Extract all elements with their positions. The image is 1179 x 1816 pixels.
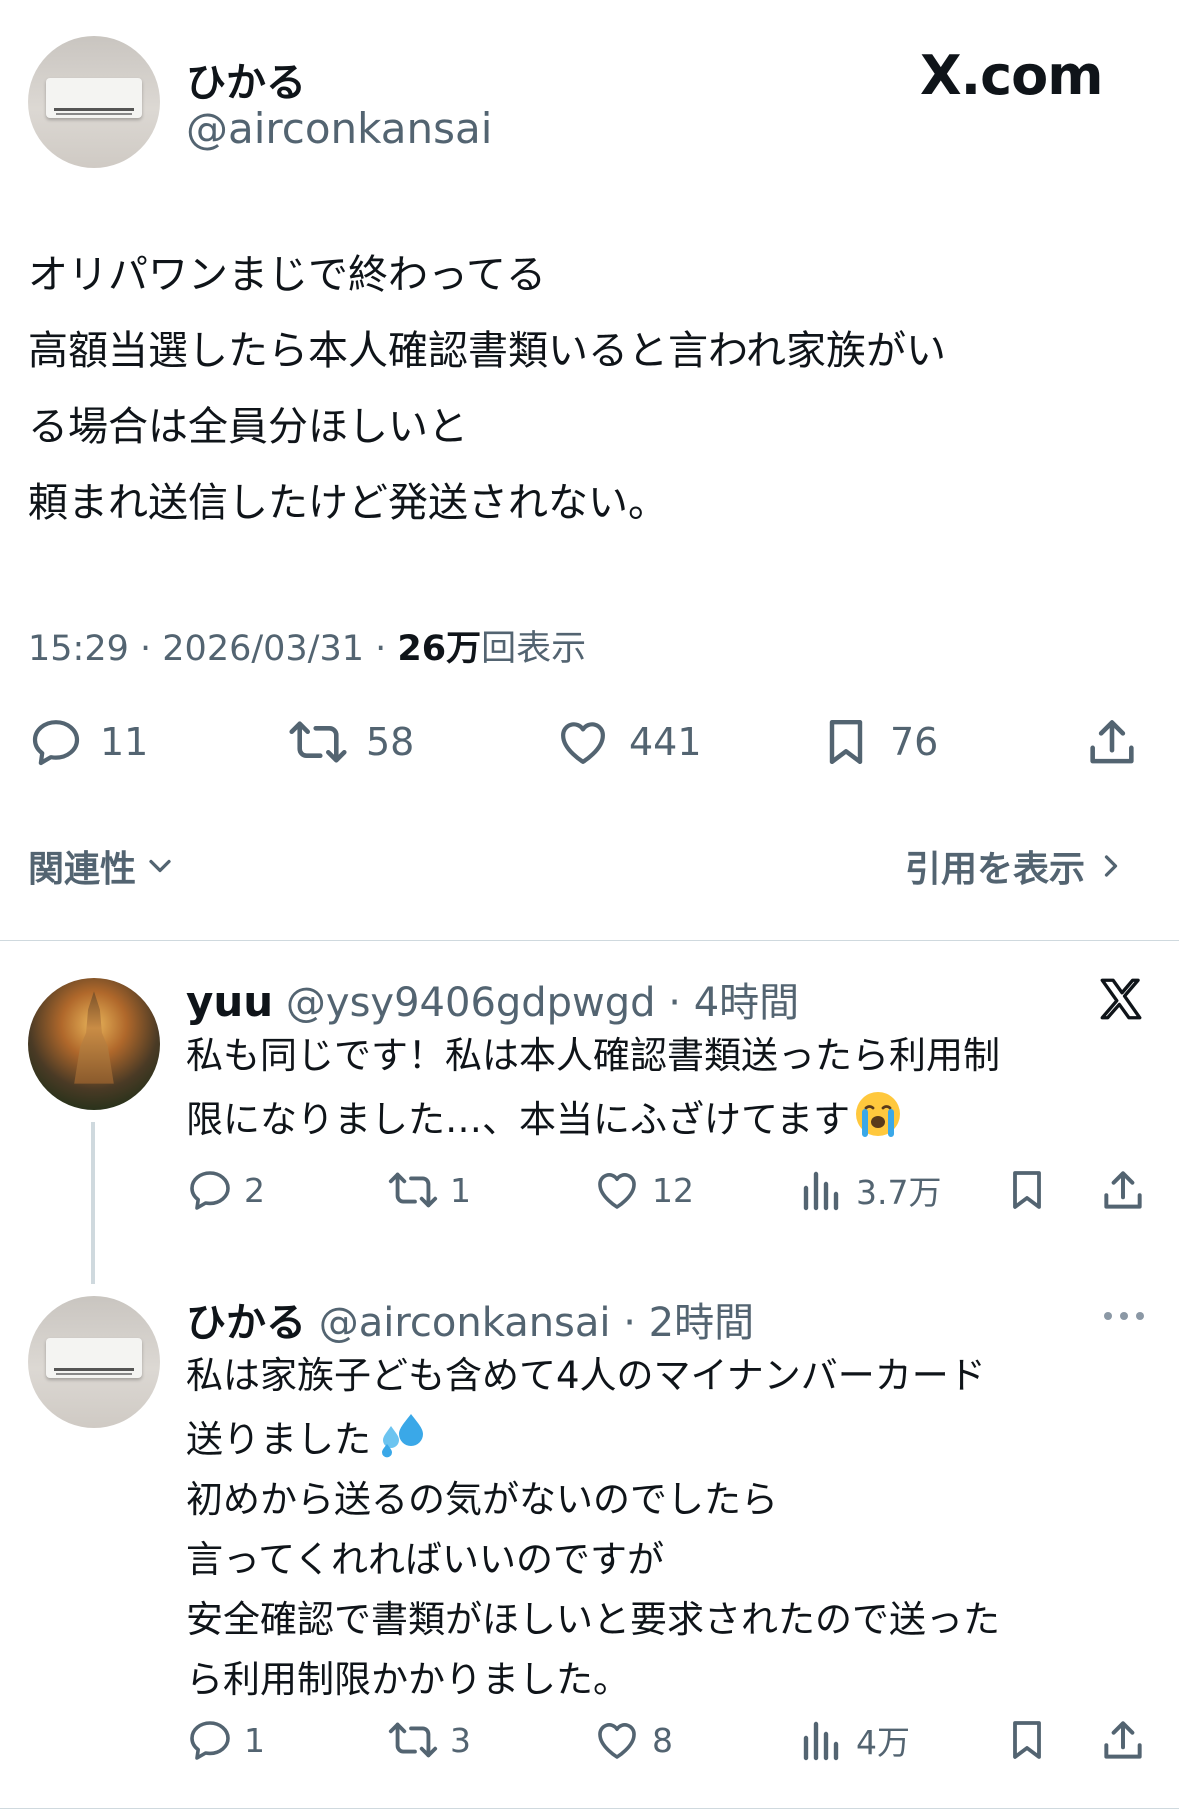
bookmark-icon <box>1013 1171 1041 1209</box>
view-count: 3.7万 <box>856 1173 942 1212</box>
sort-selector[interactable]: 関連性 <box>28 840 178 892</box>
reply-action[interactable]: 1 <box>186 1716 265 1764</box>
like-count: 8 <box>652 1720 673 1760</box>
temple-image <box>74 991 114 1084</box>
reply-text-line: 限になりました…、本当にふざけてます <box>186 1090 1146 1150</box>
repost-count: 58 <box>366 720 415 764</box>
x-logo-icon[interactable] <box>1096 974 1146 1024</box>
bottom-divider <box>0 1808 1179 1809</box>
reply-count: 2 <box>244 1170 265 1210</box>
bookmark-action[interactable] <box>1003 1716 1051 1764</box>
air-conditioner-image <box>46 78 142 118</box>
repost-count: 3 <box>450 1720 471 1760</box>
section-divider <box>0 940 1179 941</box>
tweet-text-line: 頼まれ送信したけど発送されない。 <box>28 480 668 526</box>
reply-icon <box>190 1721 230 1760</box>
thread-line <box>91 1122 95 1284</box>
like-action[interactable]: 12 <box>592 1166 694 1214</box>
author-avatar[interactable] <box>28 36 160 168</box>
heart-icon <box>561 722 605 764</box>
reply-count: 1 <box>244 1720 265 1760</box>
view-quotes-label: 引用を表示 <box>905 849 1086 890</box>
reply-text-line: 私は家族子ども含めて4人のマイナンバーカード <box>186 1354 986 1397</box>
air-conditioner-image <box>46 1338 142 1378</box>
tweet-date[interactable]: 2026/03/31 <box>162 629 364 669</box>
share-action[interactable] <box>1098 1166 1148 1216</box>
reply-header: yuu @ysy9406gdpwgd · 4時間 <box>186 970 799 1028</box>
share-icon <box>1104 1171 1142 1209</box>
views-chart-icon <box>803 1721 839 1761</box>
sweat-droplets-icon <box>382 1414 423 1458</box>
like-action[interactable]: 441 <box>553 714 702 770</box>
repost-icon <box>388 1722 438 1758</box>
bookmark-icon <box>829 719 863 765</box>
meta-separator: · <box>655 980 694 1026</box>
like-count: 441 <box>629 720 702 764</box>
chevron-right-icon <box>1104 855 1118 877</box>
sort-label: 関連性 <box>28 849 137 890</box>
meta-separator: · <box>140 629 163 669</box>
reply-author-handle[interactable]: @ysy9406gdpwgd <box>286 980 656 1026</box>
tweet-meta: 15:29 · 2026/03/31 · 26万回表示 <box>28 620 586 671</box>
reply-text-line: 送りました <box>186 1410 1146 1470</box>
heart-icon <box>598 1173 636 1209</box>
view-quotes-link[interactable]: 引用を表示 <box>905 840 1129 892</box>
author-handle[interactable]: @airconkansai <box>186 104 492 153</box>
bookmark-count: 76 <box>890 720 939 764</box>
reply-text-line: 私も同じです！私は本人確認書類送ったら利用制 <box>186 1034 1000 1077</box>
tweet-time[interactable]: 15:29 <box>28 629 129 669</box>
reply-text: 私も同じです！私は本人確認書類送ったら利用制 限になりました…、本当にふざけてま… <box>186 1030 1146 1150</box>
reply-text-line2: 送りました <box>186 1418 371 1461</box>
heart-icon <box>598 1723 636 1759</box>
reply-text: 私は家族子ども含めて4人のマイナンバーカード 送りました 初めから送るの気がない… <box>186 1350 1146 1710</box>
like-action[interactable]: 8 <box>592 1716 673 1764</box>
reply-icon <box>32 720 80 766</box>
reply-icon <box>190 1171 230 1210</box>
tweet-text: オリパワンまじで終わってる 高額当選したら本人確認書類いると言われ家族がい る場… <box>28 242 1158 546</box>
reply-author-name[interactable]: ひかる <box>186 1300 306 1346</box>
share-action[interactable] <box>1083 714 1141 772</box>
repost-count: 1 <box>450 1170 471 1210</box>
like-count: 12 <box>652 1170 694 1210</box>
repost-icon <box>388 1172 438 1208</box>
reply-header: ひかる @airconkansai · 2時間 <box>186 1290 754 1348</box>
views-action[interactable]: 3.7万 <box>798 1166 941 1214</box>
repost-action[interactable]: 1 <box>386 1166 471 1214</box>
reply-avatar[interactable] <box>28 1296 160 1428</box>
reply-avatar[interactable] <box>28 978 160 1110</box>
chevron-down-icon <box>149 859 171 873</box>
reply-time[interactable]: 4時間 <box>694 980 799 1026</box>
bookmark-action[interactable] <box>1003 1166 1051 1214</box>
tweet-text-line: る場合は全員分ほしいと <box>28 404 468 450</box>
reply-time[interactable]: 2時間 <box>649 1300 754 1346</box>
view-label: 回表示 <box>481 629 587 669</box>
author-name[interactable]: ひかる <box>186 50 306 108</box>
view-count: 4万 <box>856 1723 910 1762</box>
reply-author-handle[interactable]: @airconkansai <box>319 1300 611 1346</box>
views-action[interactable]: 4万 <box>798 1716 910 1764</box>
reply-author-name[interactable]: yuu <box>186 977 273 1026</box>
share-icon <box>1104 1721 1142 1759</box>
reply-action[interactable]: 2 <box>186 1166 265 1214</box>
meta-separator: · <box>610 1300 649 1346</box>
loudly-crying-face-icon <box>856 1092 901 1137</box>
bookmark-action[interactable]: 76 <box>818 714 938 770</box>
tweet-text-line: 高額当選したら本人確認書類いると言われ家族がい <box>28 328 946 374</box>
repost-action[interactable]: 3 <box>386 1716 471 1764</box>
meta-separator: · <box>375 629 398 669</box>
tweet-text-line: オリパワンまじで終わってる <box>28 252 546 298</box>
more-options-icon[interactable] <box>1100 1306 1148 1326</box>
reply-action[interactable]: 11 <box>28 714 148 770</box>
bookmark-icon <box>1013 1721 1041 1759</box>
reply-text-rest: 初めから送るの気がないのでしたら 言ってくれればいいのですが 安全確認で書類がほ… <box>186 1478 1000 1701</box>
x-com-logo: X.com <box>920 44 1104 107</box>
reply-count: 11 <box>100 720 149 764</box>
share-icon <box>1090 720 1134 764</box>
reply-text-line2: 限になりました…、本当にふざけてます <box>186 1098 851 1141</box>
repost-action[interactable]: 58 <box>286 714 414 770</box>
views-chart-icon <box>803 1171 839 1211</box>
share-action[interactable] <box>1098 1716 1148 1766</box>
view-count: 26万 <box>397 629 482 669</box>
repost-icon <box>289 721 347 763</box>
